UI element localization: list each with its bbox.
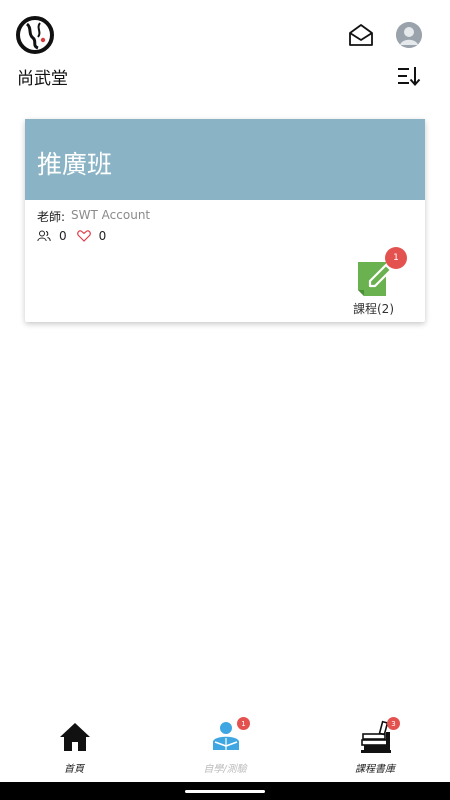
teacher-name: SWT Account	[71, 208, 151, 222]
bottom-nav: 首頁 1 自學/測驗 3 課程書庫	[0, 710, 450, 782]
class-card[interactable]: 推廣班 老師: SWT Account 0 0 1 課程(2)	[25, 119, 425, 322]
top-bar: 尚武堂	[0, 0, 450, 100]
page-title: 尚武堂	[17, 69, 68, 89]
course-button[interactable]: 1 課程(2)	[353, 247, 415, 319]
class-stats: 0 0	[37, 229, 116, 243]
class-card-header: 推廣班	[25, 119, 425, 200]
nav-item-self-study[interactable]: 1 自學/測驗	[185, 717, 265, 782]
teacher-label: 老師:	[37, 210, 66, 224]
nav-label-home: 首頁	[64, 764, 84, 775]
envelope-open-icon	[349, 24, 373, 46]
nav-badge-self-study: 1	[237, 717, 250, 730]
user-avatar-icon[interactable]	[396, 22, 422, 48]
sort-button[interactable]	[396, 64, 422, 88]
nav-item-course-library[interactable]: 3 課程書庫	[335, 717, 415, 782]
nav-badge-course-library: 3	[387, 717, 400, 730]
course-label: 課程(2)	[353, 302, 394, 316]
likes-count: 0	[98, 229, 107, 243]
nav-label-course-library: 課程書庫	[355, 764, 395, 775]
teacher-row: 老師: SWT Account	[37, 208, 150, 225]
members-count: 0	[59, 229, 67, 243]
heart-outline-icon[interactable]	[76, 230, 91, 242]
class-title: 推廣班	[37, 150, 113, 179]
brand-logo-icon[interactable]	[16, 16, 54, 54]
home-icon	[60, 723, 90, 751]
nav-item-home[interactable]: 首頁	[34, 720, 114, 782]
sort-descending-icon	[398, 67, 421, 86]
mail-button[interactable]	[347, 22, 375, 48]
nav-label-self-study: 自學/測驗	[203, 764, 247, 775]
system-navigation-bar	[0, 782, 450, 800]
home-gesture-pill[interactable]	[185, 790, 265, 793]
people-icon	[37, 230, 51, 242]
course-badge: 1	[385, 247, 407, 269]
